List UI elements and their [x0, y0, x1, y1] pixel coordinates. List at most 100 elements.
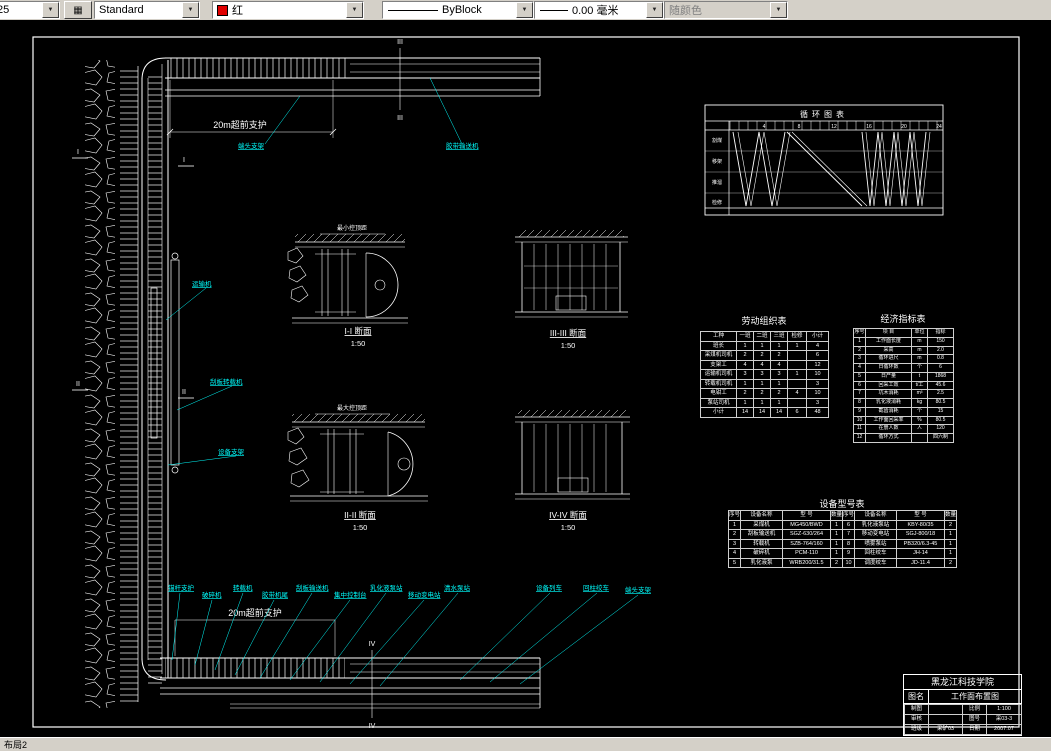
table-cell: 3: [853, 354, 866, 364]
text-style-combo[interactable]: Standard ▼: [94, 1, 200, 19]
table-cell: 小计: [700, 407, 737, 418]
table-cell: 个: [911, 363, 928, 373]
label-afc: 刮板输送机: [296, 583, 329, 592]
economic-table: 序号项 目单位 指标 1 工作面长度 m 150 2 采高 m 2.0 3 循环进尺 m 0.8 4 日循环数…: [853, 328, 954, 443]
table-cell: SGZ-630/264: [782, 529, 831, 540]
table-cell: 乳化液泵: [740, 557, 783, 569]
section-ii-scale: 1:50: [353, 523, 368, 532]
table-cell: 1: [787, 340, 807, 352]
section-note-min: 最小控顶距: [337, 224, 367, 232]
table-cell: 循环进尺: [865, 354, 912, 364]
table-cell: 序号: [842, 510, 855, 521]
label-conveyor: 运输机: [192, 279, 212, 288]
table-cell: 项 目: [865, 328, 912, 338]
snap-combo[interactable]: 25 ▼: [0, 1, 60, 19]
table-cell: SGJ-800/18: [896, 529, 945, 540]
linetype-sample: [388, 9, 438, 11]
table-cell: 14: [770, 407, 788, 418]
table-cell: 15: [927, 406, 954, 417]
table-cell: 2007.07: [986, 724, 1022, 735]
label-emulsion-pump: 乳化液泵站: [370, 583, 403, 592]
chevron-down-icon[interactable]: ▼: [646, 2, 663, 18]
table-cell: 日产量: [865, 371, 912, 382]
cycle-op-cut: 割煤: [712, 137, 722, 144]
table-cell: 采矿03: [928, 724, 963, 735]
cycle-tick: 4: [763, 124, 766, 130]
chevron-down-icon[interactable]: ▼: [42, 2, 59, 18]
table-cell: 1: [830, 519, 843, 531]
table-cell: [787, 350, 807, 361]
table-cell: 45.6: [927, 380, 954, 391]
table-cell: 6: [806, 350, 829, 361]
cut-mark-II: II: [76, 381, 80, 388]
table-cell: PCM-110: [782, 548, 831, 559]
table-cell: 2: [736, 350, 754, 361]
table-cell: WRB200/31.5: [782, 557, 831, 569]
section-i-title: I-I 断面: [345, 326, 372, 336]
gob-rock-band: [85, 60, 139, 708]
table-cell: 个: [911, 406, 928, 417]
section-iii-iii: III-III 断面 1:50: [515, 230, 628, 350]
table-cell: 8: [853, 398, 866, 408]
table-cell: [787, 378, 807, 390]
table-cell: 截齿消耗: [865, 406, 912, 417]
plotstyle-combo: 随颜色 ▼: [664, 1, 788, 19]
table-cell: 型 号: [896, 510, 945, 521]
table-cell: 5: [853, 371, 866, 382]
table-cell: 1: [728, 519, 741, 531]
table-cell: 4: [853, 363, 866, 373]
table-cell: 1: [787, 369, 807, 380]
table-cell: 人: [911, 424, 928, 434]
table-cell: 采03-3: [986, 714, 1022, 725]
table-cell: 乳化液泵站: [854, 519, 897, 531]
table-cell: [787, 359, 807, 371]
layout-tab[interactable]: 布局2: [0, 738, 27, 751]
cycle-op-maint: 检修: [712, 199, 722, 206]
table-cell: 设备名称: [740, 510, 783, 521]
table-cell: 2: [753, 388, 771, 399]
chevron-down-icon[interactable]: ▼: [346, 2, 363, 18]
lineweight-value: 0.00 毫米: [572, 5, 619, 17]
title-block-school: 黑龙江科技学院: [904, 675, 1021, 690]
table-cell: 在册人数: [865, 424, 912, 434]
table-cell: t: [911, 371, 928, 382]
table-cell: 2: [753, 350, 771, 361]
label-equipment-train: 设备列车: [536, 583, 563, 592]
color-value: 红: [232, 5, 243, 17]
table-cell: 1: [944, 529, 957, 540]
table-cell: 6: [853, 380, 866, 391]
table-cell: m³: [911, 389, 928, 399]
table-cell: 1: [770, 340, 788, 352]
cad-canvas[interactable]: 20m超前支护 20m超前支护 I I II II III III IV IV …: [0, 20, 1051, 738]
table-cell: 2: [728, 529, 741, 540]
table-cell: 2: [944, 519, 957, 531]
table-cell: 2: [770, 388, 788, 399]
table-cell: 1: [830, 529, 843, 540]
table-cell: 支架工: [700, 359, 737, 371]
cut-mark-IV: IV: [369, 723, 376, 730]
color-combo[interactable]: 红 ▼: [212, 1, 364, 19]
table-cell: 9: [853, 406, 866, 417]
table-cell: 1: [830, 538, 843, 550]
chevron-down-icon[interactable]: ▼: [516, 2, 533, 18]
layer-tool-button[interactable]: ▦: [64, 1, 92, 19]
table-cell: 1: [753, 378, 771, 390]
label-end-support-2: 端头支架: [625, 585, 652, 594]
table-cell: 10: [842, 557, 855, 569]
table-cell: 检修: [787, 331, 807, 342]
chevron-down-icon[interactable]: ▼: [182, 2, 199, 18]
linetype-combo[interactable]: ByBlock ▼: [382, 1, 534, 19]
table-cell: 单位: [911, 328, 928, 338]
cycle-op-advance: 移架: [712, 158, 722, 165]
lineweight-combo[interactable]: 0.00 毫米 ▼: [534, 1, 664, 19]
plotstyle-value: 随颜色: [669, 5, 702, 17]
table-cell: SZB-764/160: [782, 538, 831, 550]
section-ii-title: II-II 断面: [344, 510, 376, 520]
label-bolt-support: 锚杆支护: [168, 583, 194, 592]
table-cell: 9: [842, 548, 855, 559]
table-cell: 工种: [700, 331, 737, 342]
section-iii-scale: 1:50: [561, 341, 576, 350]
table-cell: 10: [806, 369, 829, 380]
table-cell: [928, 714, 963, 725]
table-cell: m: [911, 345, 928, 356]
